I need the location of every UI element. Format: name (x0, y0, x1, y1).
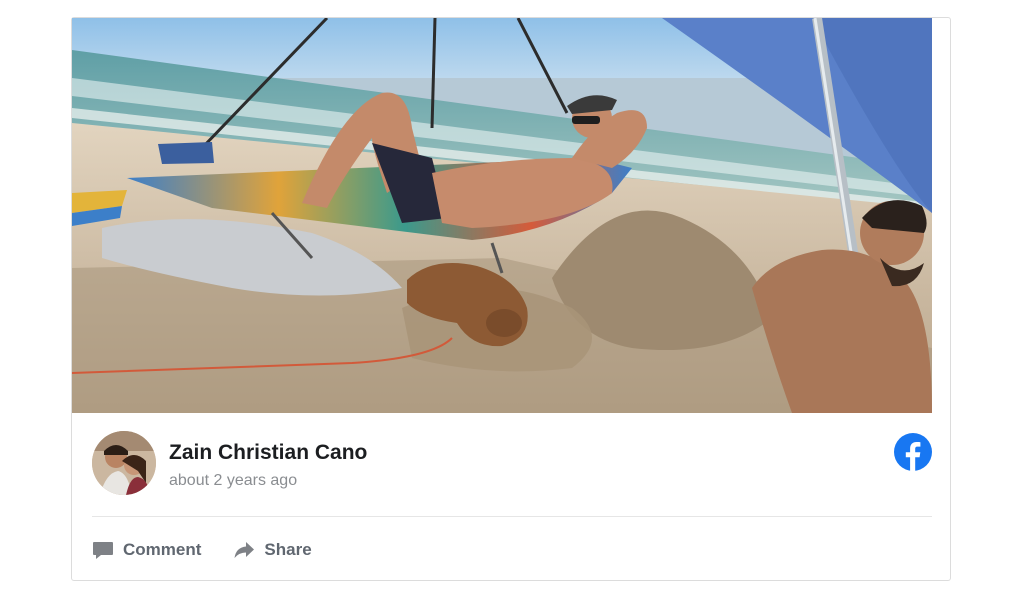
share-button[interactable]: Share (233, 539, 312, 561)
comment-button[interactable]: Comment (92, 539, 201, 561)
divider (92, 516, 932, 517)
comment-icon (92, 539, 114, 561)
author-avatar[interactable] (92, 431, 156, 495)
post-timestamp[interactable]: about 2 years ago (169, 472, 297, 490)
share-label: Share (264, 540, 312, 559)
avatar-image (92, 431, 156, 495)
comment-label: Comment (123, 540, 202, 559)
post-actions: Comment Share (92, 532, 344, 568)
facebook-icon[interactable] (894, 433, 932, 471)
beach-photo-image (72, 18, 932, 413)
share-icon (233, 539, 255, 561)
post-author-row: Zain Christian Cano about 2 years ago (92, 431, 932, 497)
post-card: Zain Christian Cano about 2 years ago Co… (71, 17, 951, 581)
post-photo[interactable] (72, 18, 932, 413)
author-name[interactable]: Zain Christian Cano (169, 441, 367, 465)
